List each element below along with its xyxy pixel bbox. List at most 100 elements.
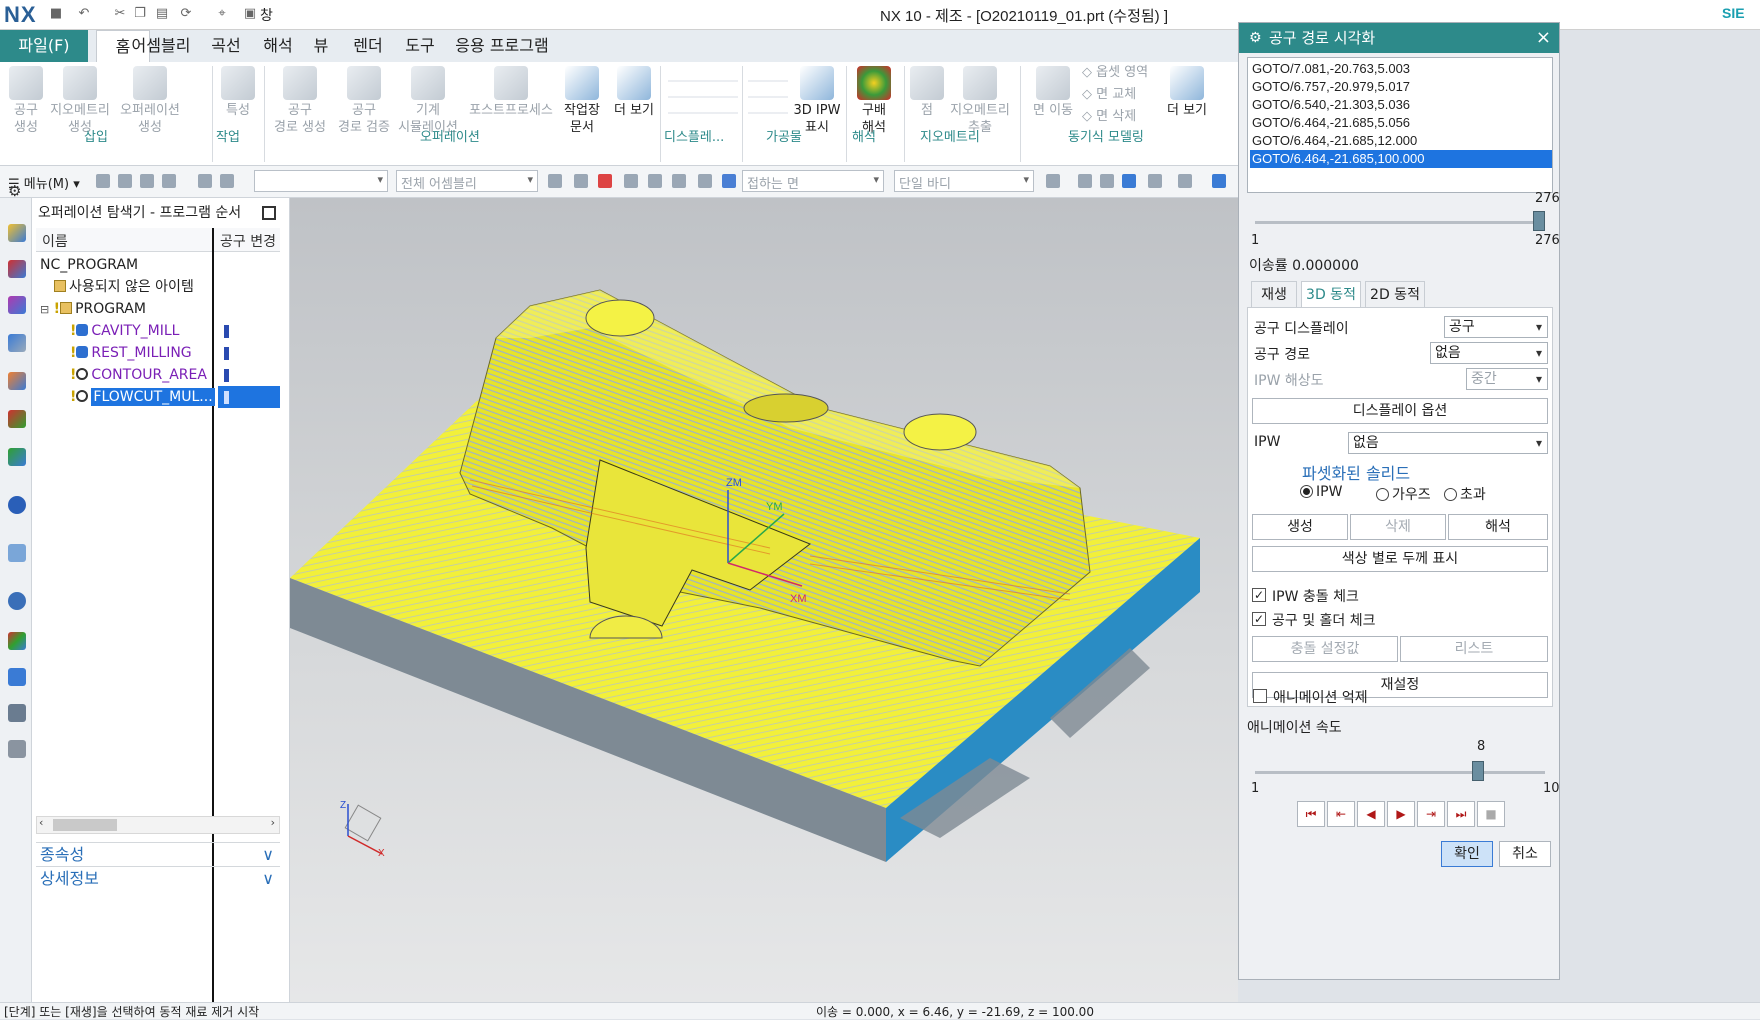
- tab-3d-dynamic[interactable]: 3D 동적: [1301, 281, 1361, 307]
- analyze-button[interactable]: 해석: [1448, 514, 1548, 540]
- type-filter-combo[interactable]: [254, 170, 388, 192]
- horizontal-scrollbar[interactable]: ‹ ›: [36, 816, 280, 834]
- settings-icon[interactable]: ⚙: [8, 182, 21, 200]
- toolbar-icon[interactable]: [548, 174, 562, 188]
- cut-icon[interactable]: ✂: [112, 6, 128, 22]
- details-panel[interactable]: 상세정보 ∨: [36, 866, 280, 890]
- toolbar-icon[interactable]: [672, 174, 686, 188]
- toolbar-icon[interactable]: [96, 174, 110, 188]
- step-forward-button[interactable]: ⇥: [1417, 801, 1445, 827]
- window-menu[interactable]: 창: [260, 5, 273, 25]
- radio-button[interactable]: [1444, 488, 1457, 501]
- collapse-icon[interactable]: ⊟: [40, 303, 49, 316]
- cancel-button[interactable]: 취소: [1499, 841, 1551, 867]
- tab-2d-dynamic[interactable]: 2D 동적: [1365, 281, 1425, 307]
- manufacturing-wizard-icon[interactable]: [8, 704, 26, 722]
- scroll-thumb[interactable]: [53, 819, 117, 831]
- suppress-animation-checkbox[interactable]: [1253, 689, 1267, 703]
- ipw-resolution-select[interactable]: 중간: [1466, 368, 1548, 390]
- replace-face-item[interactable]: ◇ 면 교체: [1082, 84, 1148, 106]
- play-button[interactable]: ▶: [1387, 801, 1415, 827]
- roles-icon[interactable]: [8, 740, 26, 758]
- part-navigator-icon[interactable]: [8, 224, 26, 242]
- tree-row-program[interactable]: ⊟ ! PROGRAM: [36, 298, 280, 320]
- delete-face-item[interactable]: ◇ 면 삭제: [1082, 106, 1148, 128]
- animation-speed-track[interactable]: [1255, 771, 1545, 774]
- touch-mode-icon[interactable]: ⌖: [214, 6, 230, 22]
- toolbar-icon[interactable]: [162, 174, 176, 188]
- display-options-button[interactable]: 디스플레이 옵션: [1252, 398, 1548, 424]
- repeat-command-icon[interactable]: ⟳: [178, 6, 194, 22]
- clock-icon[interactable]: [8, 592, 26, 610]
- toolbar-icon[interactable]: [118, 174, 132, 188]
- assembly-filter-combo[interactable]: 전체 어셈블리: [396, 170, 538, 192]
- undo-icon[interactable]: ↶: [76, 6, 92, 22]
- color-by-thickness-button[interactable]: 색상 별로 두께 표시: [1252, 546, 1548, 572]
- process-studio-icon[interactable]: [8, 668, 26, 686]
- tree-row-rest-milling[interactable]: ! REST_MILLING: [36, 342, 280, 364]
- more-button-ops[interactable]: 더 보기: [610, 66, 658, 119]
- display-small-icons[interactable]: [668, 66, 738, 126]
- tab-analysis[interactable]: 해석: [254, 30, 302, 62]
- toolbar-icon[interactable]: [624, 174, 638, 188]
- paste-icon[interactable]: ▤: [154, 6, 170, 22]
- dependencies-panel[interactable]: 종속성 ∨: [36, 842, 280, 866]
- goto-line[interactable]: GOTO/7.081,-20.763,5.003: [1250, 60, 1552, 78]
- save-icon[interactable]: ■: [48, 6, 64, 22]
- ok-button[interactable]: 확인: [1441, 841, 1493, 867]
- radio-gouge[interactable]: 가우즈: [1376, 484, 1431, 504]
- toolbar-icon[interactable]: [598, 174, 612, 188]
- collision-settings-button[interactable]: 충돌 설정값: [1252, 636, 1398, 662]
- tree-row-flowcut[interactable]: ! FLOWCUT_MUL...: [36, 386, 280, 408]
- fit-view-icon[interactable]: [1078, 174, 1092, 188]
- constraint-navigator-icon[interactable]: [8, 296, 26, 314]
- play-reverse-button[interactable]: ◀: [1357, 801, 1385, 827]
- tree-row-unused-items[interactable]: 사용되지 않은 아이템: [36, 276, 280, 298]
- operation-navigator-icon[interactable]: [8, 334, 26, 352]
- toolbar-icon[interactable]: [574, 174, 588, 188]
- goto-line-selected[interactable]: GOTO/6.464,-21.685,100.000: [1250, 150, 1552, 168]
- tree-row-contour-area[interactable]: ! CONTOUR_AREA: [36, 364, 280, 386]
- shop-docs-button[interactable]: 작업장 문서: [560, 66, 604, 136]
- goto-line[interactable]: GOTO/6.540,-21.303,5.036: [1250, 96, 1552, 114]
- tab-replay[interactable]: 재생: [1251, 281, 1297, 307]
- zoom-icon[interactable]: [1100, 174, 1114, 188]
- tab-view[interactable]: 뷰: [306, 30, 336, 62]
- go-to-end-button[interactable]: ⏭: [1447, 801, 1475, 827]
- radio-excess[interactable]: 초과: [1444, 484, 1486, 504]
- tab-file[interactable]: 파일(F): [0, 30, 88, 62]
- radio-button[interactable]: [1300, 485, 1313, 498]
- toolbar-icon[interactable]: [198, 174, 212, 188]
- toolpath-select[interactable]: 없음: [1430, 342, 1548, 364]
- workpiece-small-icons[interactable]: [748, 66, 788, 126]
- radio-button[interactable]: [1376, 488, 1389, 501]
- ipw-collision-checkbox[interactable]: ✓: [1252, 588, 1266, 602]
- stop-button[interactable]: ■: [1477, 801, 1505, 827]
- more-button-sync[interactable]: 더 보기: [1162, 66, 1212, 119]
- render-style-icon[interactable]: [1178, 174, 1192, 188]
- face-rule-combo[interactable]: 접하는 면: [742, 170, 884, 192]
- copy-icon[interactable]: ❐: [132, 6, 148, 22]
- toolbar-icon[interactable]: [722, 174, 736, 188]
- chevron-down-icon[interactable]: ∨: [262, 867, 274, 891]
- step-slider-track[interactable]: [1255, 221, 1545, 224]
- system-materials-icon[interactable]: [8, 632, 26, 650]
- chevron-down-icon[interactable]: ∨: [262, 843, 274, 867]
- generate-toolpath-button[interactable]: 공구 경로 생성: [270, 66, 330, 136]
- animation-speed-thumb[interactable]: [1471, 761, 1484, 781]
- step-slider-thumb[interactable]: [1533, 211, 1545, 231]
- tree-row-cavity-mill[interactable]: ! CAVITY_MILL: [36, 320, 280, 342]
- delete-button[interactable]: 삭제: [1350, 514, 1446, 540]
- toolbar-icon[interactable]: [1046, 174, 1060, 188]
- assembly-navigator-icon[interactable]: [8, 260, 26, 278]
- postprocess-button[interactable]: 포스트프로세스: [466, 66, 556, 119]
- point-button[interactable]: 점: [910, 66, 944, 119]
- graphics-viewport[interactable]: ZM YM XM Z X: [290, 198, 1238, 1002]
- toolbar-icon[interactable]: [140, 174, 154, 188]
- create-operation-button[interactable]: 오퍼레이션 생성: [118, 66, 182, 136]
- goto-line[interactable]: GOTO/6.464,-21.685,12.000: [1250, 132, 1552, 150]
- toolbar-icon[interactable]: [220, 174, 234, 188]
- feature-navigator-icon[interactable]: [8, 410, 26, 428]
- scroll-left-icon[interactable]: ‹: [39, 816, 43, 829]
- goto-line[interactable]: GOTO/6.464,-21.685,5.056: [1250, 114, 1552, 132]
